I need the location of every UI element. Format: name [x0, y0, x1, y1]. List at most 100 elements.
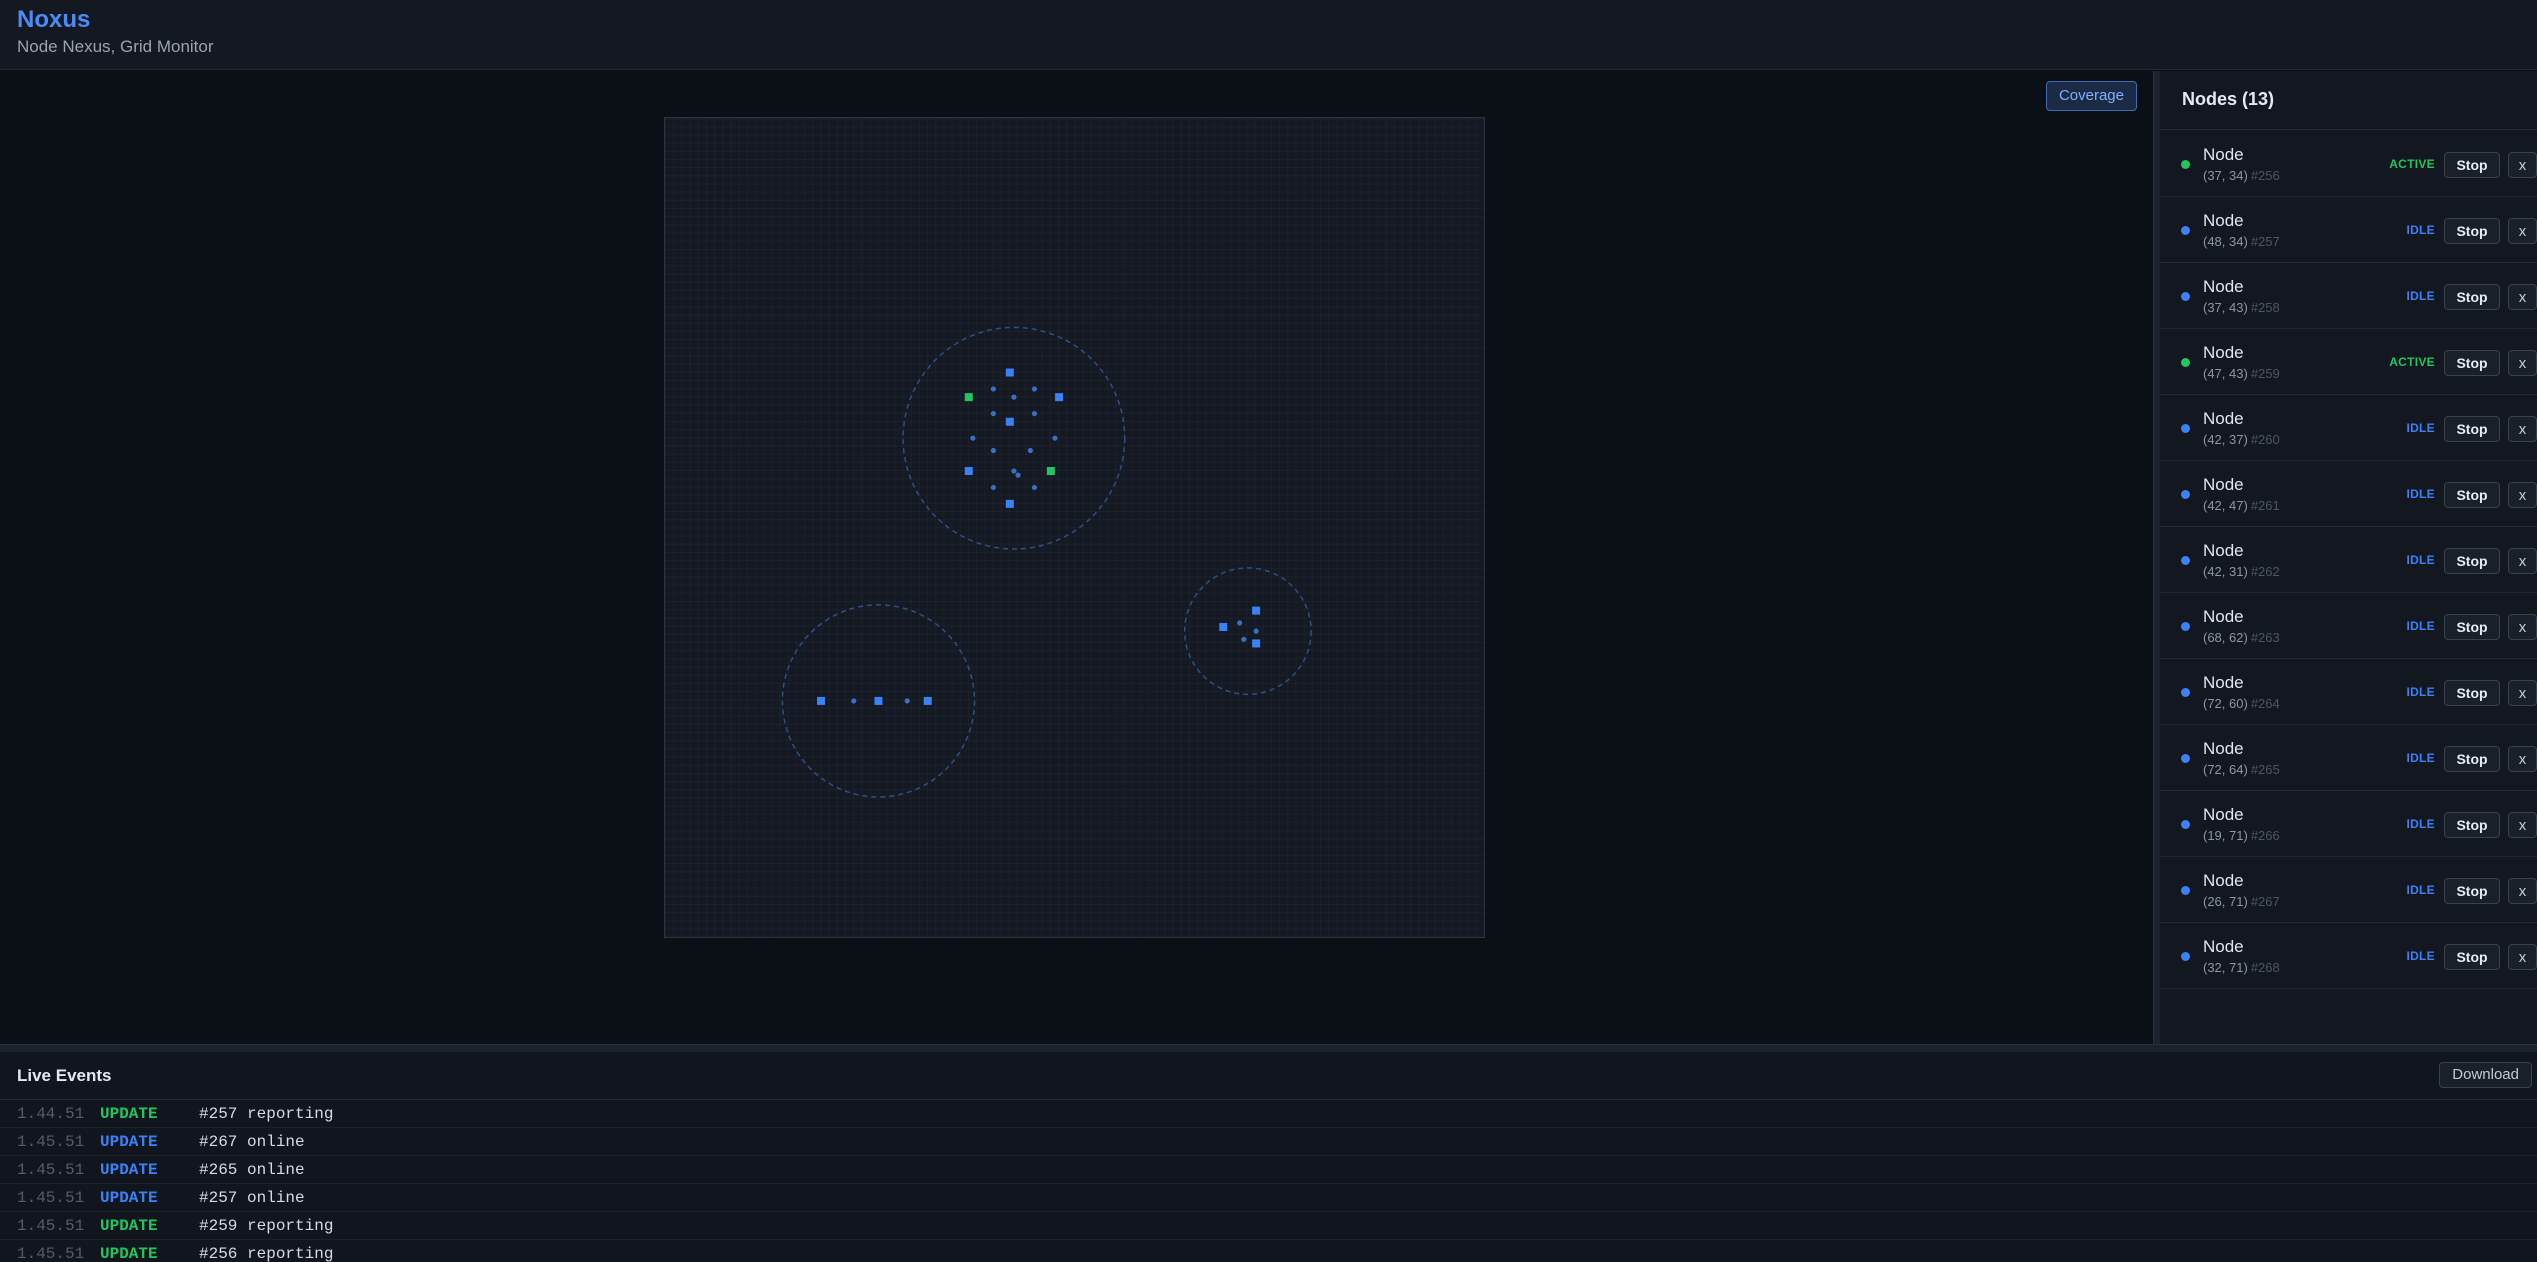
remove-node-button[interactable]: x: [2508, 416, 2537, 442]
node-status-badge: IDLE: [2406, 421, 2435, 435]
node-list-item[interactable]: Node (72, 64) #265 IDLE Stop x: [2160, 725, 2537, 791]
node-marker-266[interactable]: [816, 696, 825, 705]
stop-node-button[interactable]: Stop: [2444, 218, 2500, 244]
remove-node-button[interactable]: x: [2508, 680, 2537, 706]
node-list-item[interactable]: Node (19, 71) #266 IDLE Stop x: [2160, 791, 2537, 857]
remove-node-button[interactable]: x: [2508, 548, 2537, 574]
stop-node-button[interactable]: Stop: [2444, 812, 2500, 838]
node-name: Node: [2203, 211, 2244, 230]
node-marker-260[interactable]: [1005, 417, 1014, 426]
status-dot-icon: [2181, 952, 2190, 961]
node-marker-264[interactable]: [1252, 606, 1261, 615]
remove-node-button[interactable]: x: [2508, 350, 2537, 376]
event-type: UPDATE: [100, 1217, 158, 1235]
relay-dot: [1253, 628, 1259, 634]
stop-node-button[interactable]: Stop: [2444, 482, 2500, 508]
node-list-item[interactable]: Node (42, 31) #262 IDLE Stop x: [2160, 527, 2537, 593]
node-marker-256[interactable]: [964, 393, 973, 402]
node-list-item[interactable]: Node (68, 62) #263 IDLE Stop x: [2160, 593, 2537, 659]
stop-node-button[interactable]: Stop: [2444, 878, 2500, 904]
stop-node-button[interactable]: Stop: [2444, 416, 2500, 442]
event-row: 1.44.51 UPDATE #257 reporting: [0, 1100, 2537, 1128]
node-id: #261: [2250, 498, 2280, 513]
remove-node-button[interactable]: x: [2508, 746, 2537, 772]
relay-dot: [1015, 472, 1021, 478]
node-name: Node: [2203, 607, 2244, 626]
event-type: UPDATE: [100, 1189, 158, 1207]
remove-node-button[interactable]: x: [2508, 812, 2537, 838]
status-dot-icon: [2181, 490, 2190, 499]
relay-dot: [990, 410, 996, 417]
node-marker-259[interactable]: [1046, 467, 1055, 476]
panel-splitter[interactable]: [2153, 71, 2160, 1044]
node-coords-value: (32, 71): [2203, 960, 2248, 975]
node-list-item[interactable]: Node (37, 43) #258 IDLE Stop x: [2160, 263, 2537, 329]
node-list-item[interactable]: Node (42, 37) #260 IDLE Stop x: [2160, 395, 2537, 461]
stop-node-button[interactable]: Stop: [2444, 548, 2500, 574]
sidebar-title: Nodes (13): [2182, 89, 2275, 109]
node-list-item[interactable]: Node (32, 71) #268 IDLE Stop x: [2160, 923, 2537, 989]
stop-node-button[interactable]: Stop: [2444, 614, 2500, 640]
remove-node-button[interactable]: x: [2508, 482, 2537, 508]
node-list-item[interactable]: Node (37, 34) #256 ACTIVE Stop x: [2160, 131, 2537, 197]
node-name: Node: [2203, 673, 2244, 692]
node-coords-value: (47, 43): [2203, 366, 2248, 381]
node-coords: (47, 43) #259: [2203, 366, 2280, 381]
coverage-button[interactable]: Coverage: [2045, 81, 2137, 111]
stop-node-button[interactable]: Stop: [2444, 746, 2500, 772]
node-status-badge: IDLE: [2406, 751, 2435, 765]
node-coords: (37, 34) #256: [2203, 168, 2280, 183]
event-message: #259 reporting: [199, 1217, 334, 1235]
remove-node-button[interactable]: x: [2508, 614, 2537, 640]
node-marker-261[interactable]: [1005, 499, 1014, 508]
remove-node-button[interactable]: x: [2508, 152, 2537, 178]
node-coords-value: (37, 34): [2203, 168, 2248, 183]
node-marker-258[interactable]: [964, 467, 973, 476]
node-list-item[interactable]: Node (72, 60) #264 IDLE Stop x: [2160, 659, 2537, 725]
node-list-item[interactable]: Node (42, 47) #261 IDLE Stop x: [2160, 461, 2537, 527]
node-marker-268[interactable]: [923, 696, 932, 705]
app-header: Noxus Node Nexus, Grid Monitor: [0, 0, 2537, 70]
node-name: Node: [2203, 937, 2244, 956]
node-name: Node: [2203, 343, 2244, 362]
stop-node-button[interactable]: Stop: [2444, 152, 2500, 178]
events-splitter[interactable]: [0, 1044, 2537, 1052]
events-title: Live Events: [17, 1066, 112, 1085]
stop-node-button[interactable]: Stop: [2444, 350, 2500, 376]
node-status-badge: IDLE: [2406, 487, 2435, 501]
stop-node-button[interactable]: Stop: [2444, 284, 2500, 310]
coverage-zone-ring: [1183, 567, 1312, 696]
remove-node-button[interactable]: x: [2508, 878, 2537, 904]
node-marker-262[interactable]: [1005, 368, 1014, 377]
remove-node-button[interactable]: x: [2508, 944, 2537, 970]
node-coords-value: (42, 37): [2203, 432, 2248, 447]
node-marker-257[interactable]: [1055, 393, 1064, 402]
download-button[interactable]: Download: [2439, 1062, 2532, 1088]
node-marker-263[interactable]: [1219, 623, 1228, 632]
node-marker-265[interactable]: [1252, 639, 1261, 648]
node-list-item[interactable]: Node (26, 71) #267 IDLE Stop x: [2160, 857, 2537, 923]
event-row: 1.45.51 UPDATE #259 reporting: [0, 1212, 2537, 1240]
stop-node-button[interactable]: Stop: [2444, 944, 2500, 970]
node-marker-267[interactable]: [874, 696, 883, 705]
node-name: Node: [2203, 805, 2244, 824]
remove-node-button[interactable]: x: [2508, 218, 2537, 244]
node-list-item[interactable]: Node (47, 43) #259 ACTIVE Stop x: [2160, 329, 2537, 395]
status-dot-icon: [2181, 688, 2190, 697]
remove-node-button[interactable]: x: [2508, 284, 2537, 310]
node-id: #260: [2250, 432, 2280, 447]
grid-canvas[interactable]: [664, 117, 1485, 938]
node-coords-value: (72, 64): [2203, 762, 2248, 777]
divider: [2160, 129, 2537, 130]
relay-dot: [990, 484, 996, 491]
node-list-item[interactable]: Node (48, 34) #257 IDLE Stop x: [2160, 197, 2537, 263]
node-coords: (72, 60) #264: [2203, 696, 2280, 711]
node-coords: (26, 71) #267: [2203, 894, 2280, 909]
node-coords-value: (42, 47): [2203, 498, 2248, 513]
node-status-badge: ACTIVE: [2389, 355, 2435, 369]
stop-node-button[interactable]: Stop: [2444, 680, 2500, 706]
event-type: UPDATE: [100, 1161, 158, 1179]
node-status-badge: IDLE: [2406, 949, 2435, 963]
node-status-badge: IDLE: [2406, 289, 2435, 303]
node-name: Node: [2203, 871, 2244, 890]
